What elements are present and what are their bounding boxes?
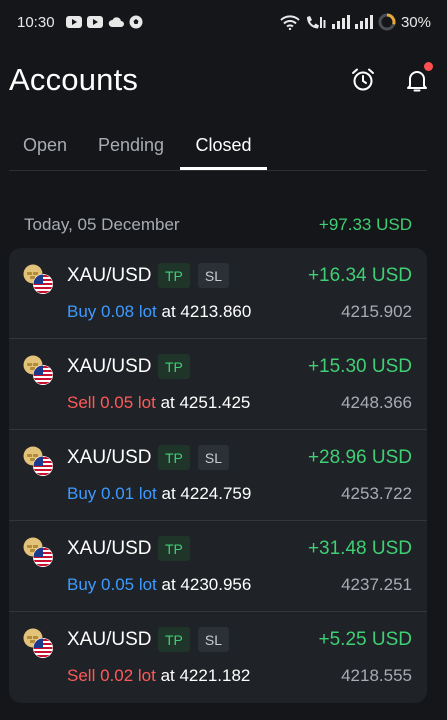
deal-row[interactable]: XAU/USD TP +15.30 USD Sell 0.05 lot at 4… — [9, 339, 427, 430]
youtube-icon — [86, 16, 103, 28]
notifications-button[interactable] — [403, 62, 433, 94]
bell-icon — [407, 71, 427, 92]
deal-symbol: XAU/USD — [67, 629, 152, 650]
deal-close-price: 4215.902 — [341, 302, 412, 321]
deal-at-label: at — [156, 575, 181, 594]
deal-side-volume: Buy 0.08 lot — [67, 302, 157, 321]
status-time: 10:30 — [17, 13, 55, 31]
deal-profit: +15.30 USD — [307, 356, 412, 377]
tab-open[interactable]: Open — [13, 120, 77, 170]
battery-ring-icon — [378, 13, 396, 31]
day-group-header: Today, 05 December +97.33 USD — [24, 212, 412, 238]
deal-open-price: 4213.860 — [180, 302, 252, 321]
alarm-button[interactable] — [349, 66, 377, 94]
deal-side-line: Buy 0.05 lot at 4230.956 — [67, 575, 251, 595]
volte-call-icon — [306, 15, 326, 29]
take-profit-badge: TP — [158, 263, 190, 288]
notification-dot — [424, 62, 433, 71]
deal-profit: +28.96 USD — [307, 447, 412, 468]
deal-close-price: 4248.366 — [341, 393, 412, 412]
deals-tabs: Open Pending Closed — [9, 120, 427, 171]
deal-at-label: at — [156, 484, 181, 503]
xau-usd-pair-icon — [23, 537, 53, 567]
wifi-icon — [280, 14, 300, 30]
deal-at-label: at — [155, 666, 180, 685]
xau-usd-pair-icon — [23, 264, 53, 294]
deal-symbol: XAU/USD — [67, 356, 152, 377]
deal-side-volume: Sell 0.02 lot — [67, 666, 156, 685]
deal-badges: TP — [158, 354, 190, 379]
stop-loss-badge: SL — [197, 627, 230, 652]
deal-at-label: at — [156, 302, 181, 321]
tab-closed[interactable]: Closed — [180, 120, 267, 170]
deal-row[interactable]: XAU/USD TP SL +5.25 USD Sell 0.02 lot at… — [9, 612, 427, 703]
deal-symbol: XAU/USD — [67, 265, 152, 286]
take-profit-badge: TP — [158, 627, 190, 652]
deal-row[interactable]: XAU/USD TP +31.48 USD Buy 0.05 lot at 42… — [9, 521, 427, 612]
deal-open-price: 4221.182 — [179, 666, 251, 685]
deal-close-price: 4218.555 — [341, 666, 412, 685]
take-profit-badge: TP — [158, 354, 190, 379]
deal-badges: TP SL — [158, 445, 230, 470]
deal-side-line: Buy 0.08 lot at 4213.860 — [67, 302, 251, 322]
app-header: Accounts — [0, 52, 447, 108]
deal-row[interactable]: XAU/USD TP SL +16.34 USD Buy 0.08 lot at… — [9, 248, 427, 339]
deal-open-price: 4230.956 — [180, 575, 252, 594]
take-profit-badge: TP — [158, 536, 190, 561]
status-bar: 10:30 30% — [0, 0, 447, 44]
deal-at-label: at — [155, 393, 180, 412]
battery-percent: 30% — [400, 13, 431, 31]
xau-usd-pair-icon — [23, 628, 53, 658]
tab-pending[interactable]: Pending — [92, 120, 170, 170]
active-tab-indicator — [180, 167, 267, 170]
deal-close-price: 4237.251 — [341, 575, 412, 594]
day-label: Today, 05 December — [24, 215, 180, 234]
xau-usd-pair-icon — [23, 446, 53, 476]
deal-close-price: 4253.722 — [341, 484, 412, 503]
status-bar-left: 10:30 — [17, 14, 143, 31]
youtube-icon — [65, 16, 82, 28]
deal-side-volume: Sell 0.05 lot — [67, 393, 156, 412]
deal-profit: +31.48 USD — [307, 538, 412, 559]
xau-usd-pair-icon — [23, 355, 53, 385]
deal-badges: TP SL — [158, 627, 230, 652]
status-bar-right: 30% — [280, 13, 431, 31]
stop-loss-badge: SL — [197, 445, 230, 470]
closed-deals-list: XAU/USD TP SL +16.34 USD Buy 0.08 lot at… — [9, 248, 427, 703]
take-profit-badge: TP — [158, 445, 190, 470]
deal-open-price: 4224.759 — [180, 484, 252, 503]
header-actions — [349, 62, 433, 94]
deal-side-line: Sell 0.02 lot at 4221.182 — [67, 666, 250, 686]
deal-side-volume: Buy 0.05 lot — [67, 575, 157, 594]
deal-symbol: XAU/USD — [67, 447, 152, 468]
deal-badges: TP SL — [158, 263, 230, 288]
football-icon — [129, 15, 143, 29]
signal-strength-icon — [331, 15, 350, 29]
signal-strength-icon — [354, 15, 373, 29]
deal-side-line: Buy 0.01 lot at 4224.759 — [67, 484, 251, 504]
deal-profit: +5.25 USD — [318, 629, 412, 650]
deal-side-volume: Buy 0.01 lot — [67, 484, 157, 503]
deal-open-price: 4251.425 — [179, 393, 251, 412]
cloud-icon — [108, 17, 124, 27]
stop-loss-badge: SL — [197, 263, 230, 288]
deal-profit: +16.34 USD — [307, 265, 412, 286]
deal-row[interactable]: XAU/USD TP SL +28.96 USD Buy 0.01 lot at… — [9, 430, 427, 521]
deal-badges: TP — [158, 536, 190, 561]
page-title: Accounts — [9, 62, 139, 97]
deal-side-line: Sell 0.05 lot at 4251.425 — [67, 393, 250, 413]
deal-symbol: XAU/USD — [67, 538, 152, 559]
day-total-profit: +97.33 USD — [318, 215, 412, 234]
alarm-clock-icon — [352, 68, 374, 91]
